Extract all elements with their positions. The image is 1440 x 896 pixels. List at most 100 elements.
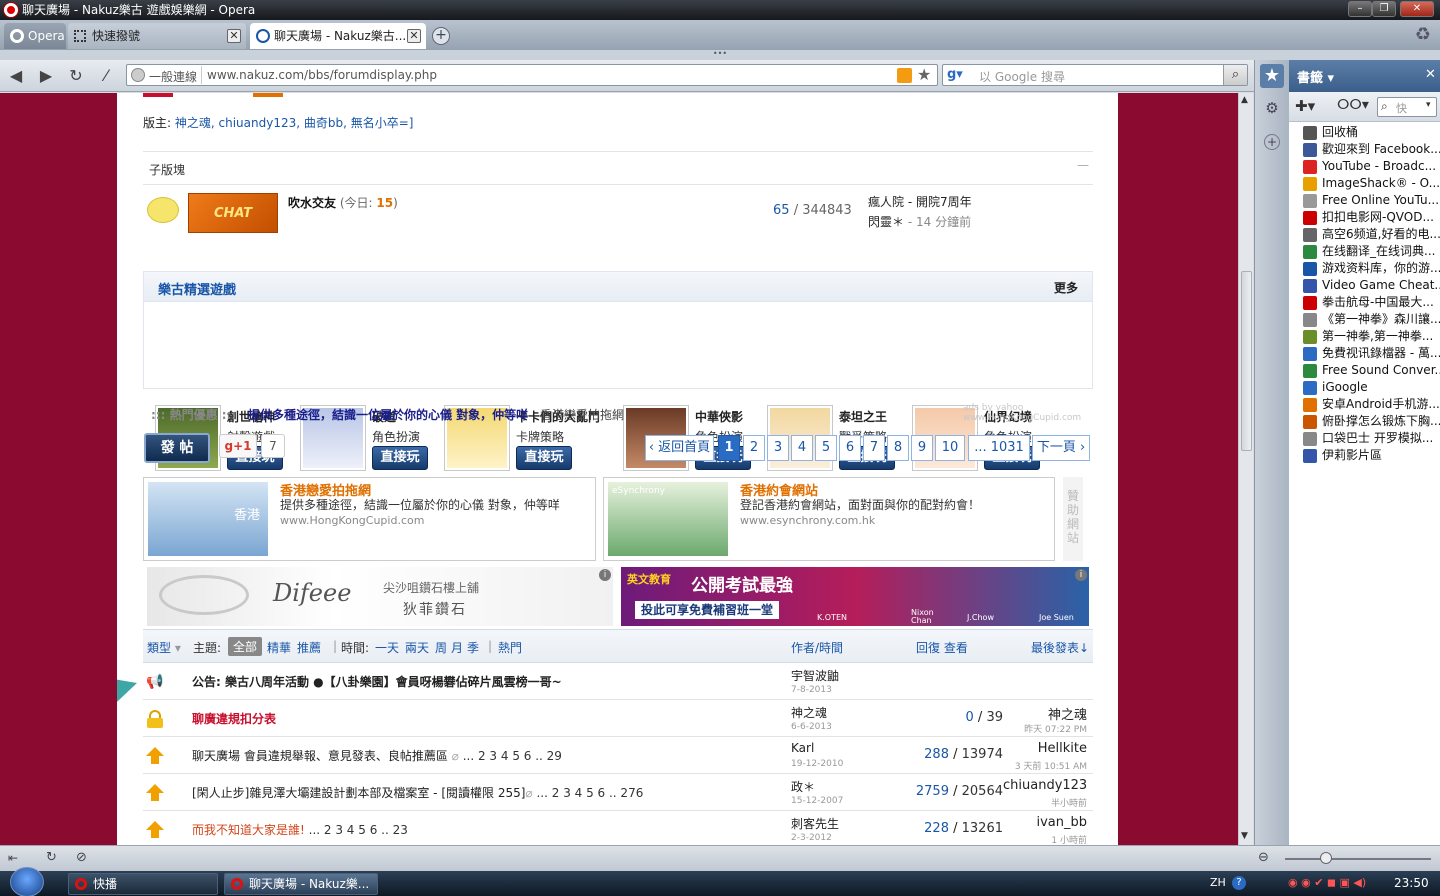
- pager-page-10[interactable]: 10: [935, 435, 965, 461]
- filter-recommend[interactable]: 推薦: [297, 639, 321, 656]
- thread-pages[interactable]: ... 2 3 4 5 6 .. 29: [463, 749, 562, 763]
- ad-info-icon[interactable]: i: [1075, 569, 1087, 581]
- bookmark-item[interactable]: Video Game Cheat...: [1289, 277, 1440, 294]
- column-replies[interactable]: 回復 查看: [916, 639, 968, 656]
- reload-icon[interactable]: ↻: [66, 67, 86, 85]
- bookmark-item[interactable]: 在线翻译_在线词典...: [1289, 243, 1440, 260]
- search-bar[interactable]: g▾ 以 Google 搜尋 ⌕: [942, 64, 1248, 86]
- thread-row-announcement[interactable]: 📢 公告: 樂古八周年活動 ●【八卦樂園】會員呀楊礬佔碎片風雲榜一哥~ 宇智波鼬…: [143, 663, 1093, 700]
- search-icon[interactable]: ⌕: [1223, 65, 1247, 85]
- bookmark-item[interactable]: 扣扣电影网-QVOD...: [1289, 209, 1440, 226]
- minimize-button[interactable]: –: [1348, 1, 1372, 17]
- banner-ad-diamond[interactable]: Difeee 尖沙咀鑽石樓上舖 狄菲鑽石 i: [147, 567, 613, 626]
- scroll-up-icon[interactable]: ▲: [1241, 95, 1248, 105]
- text-ad-2[interactable]: eSynchrony 香港約會網站 登記香港約會網站，面對面與你的配對約會！ w…: [603, 477, 1055, 561]
- thread-last-poster[interactable]: ivan_bb: [1003, 815, 1087, 830]
- thread-last-poster[interactable]: Hellkite: [1003, 741, 1087, 756]
- bookmark-search-input[interactable]: ⌕ 快 ▾: [1377, 97, 1437, 117]
- filter-month[interactable]: 月: [451, 639, 463, 656]
- ad-info-icon[interactable]: i: [599, 569, 611, 581]
- panel-toggle-icon[interactable]: ⇤: [8, 851, 18, 865]
- bookmark-item[interactable]: 口袋巴士 开罗模拟...: [1289, 430, 1440, 447]
- google-icon[interactable]: g▾: [947, 67, 973, 83]
- bookmark-item[interactable]: 游戏资料库，你的游...: [1289, 260, 1440, 277]
- dropdown-arrow-icon[interactable]: ▾: [1426, 100, 1431, 110]
- filter-two-days[interactable]: 兩天: [405, 639, 429, 656]
- filter-hot[interactable]: 熱門: [498, 639, 522, 656]
- bookmarks-title-menu[interactable]: 書籤 ▾: [1297, 67, 1334, 86]
- chat-board-logo[interactable]: CHAT: [188, 193, 278, 233]
- zoom-slider[interactable]: [1285, 858, 1431, 860]
- bookmark-item[interactable]: 歡迎來到 Facebook...: [1289, 141, 1440, 158]
- bookmark-item[interactable]: 高空6频道,好看的电...: [1289, 226, 1440, 243]
- pager-page-9[interactable]: 9: [911, 435, 933, 461]
- pager-back-button[interactable]: ‹ 返回首頁: [645, 435, 714, 461]
- zoom-icon[interactable]: ⊖: [1258, 850, 1269, 865]
- subforum-last-user[interactable]: 閃靈＊: [868, 215, 904, 229]
- bookmark-item[interactable]: iGoogle: [1289, 379, 1440, 396]
- column-last-post[interactable]: 最後發表↓: [1031, 639, 1089, 656]
- scrollbar-thumb[interactable]: [1241, 271, 1252, 451]
- subforum-last-title[interactable]: 瘋人院 - 開院7周年: [868, 193, 972, 210]
- promo-source[interactable]: 香港戀愛拍拖網: [540, 408, 624, 422]
- bookmark-item[interactable]: 安卓Android手机游...: [1289, 396, 1440, 413]
- filter-all[interactable]: 全部: [228, 637, 263, 656]
- help-icon[interactable]: ?: [1232, 876, 1246, 890]
- panel-settings-icon[interactable]: ⚙: [1262, 98, 1282, 118]
- bookmark-star-icon[interactable]: ★: [917, 65, 931, 84]
- ad-thumbnail[interactable]: 香港: [148, 482, 268, 556]
- tab-forum[interactable]: 聊天廣場 - Nakuz樂古... ✕: [250, 23, 426, 49]
- bookmark-item[interactable]: 伊莉影片區: [1289, 447, 1440, 464]
- new-tab-icon[interactable]: +: [432, 27, 450, 45]
- language-indicator[interactable]: ZH: [1210, 876, 1226, 889]
- pager-page-7[interactable]: 7: [863, 435, 885, 461]
- pager-page-4[interactable]: 4: [791, 435, 813, 461]
- column-author[interactable]: 作者/時間: [791, 639, 843, 656]
- thread-author[interactable]: 宇智波鼬: [791, 667, 839, 684]
- thread-row[interactable]: 而我不知道大家是誰! ... 2 3 4 5 6 .. 23 刺客先生 2-3-…: [143, 811, 1093, 845]
- view-options-icon[interactable]: ⵔⵔ▾: [1337, 97, 1369, 113]
- bookmark-item[interactable]: 拳击航母-中国最大...: [1289, 294, 1440, 311]
- moderators-links[interactable]: 神之魂, chiuandy123, 曲奇bb, 無名小卒=]: [175, 116, 414, 130]
- bookmark-item[interactable]: Free Sound Conver...: [1289, 362, 1440, 379]
- thread-author[interactable]: Karl: [791, 741, 814, 755]
- thread-row[interactable]: 聊天廣場 會員違規舉報、意見發表、良帖推薦區 ⌀ ... 2 3 4 5 6 .…: [143, 737, 1093, 774]
- ad-url[interactable]: www.HongKongCupid.com: [280, 514, 424, 527]
- wand-icon[interactable]: ⁄: [96, 67, 116, 85]
- sync-icon[interactable]: ↻: [46, 850, 57, 865]
- bookmark-item[interactable]: 第一神拳,第一神拳...: [1289, 328, 1440, 345]
- search-placeholder[interactable]: 以 Google 搜尋: [979, 68, 1065, 85]
- thread-title-line[interactable]: 而我不知道大家是誰! ... 2 3 4 5 6 .. 23: [192, 821, 408, 838]
- pager-last-page[interactable]: ... 1031: [968, 435, 1030, 461]
- thread-row[interactable]: [閑人止步]雜見澤大壩建設計劃本部及檔案室 - [閱讀權限 255]⌀ ... …: [143, 774, 1093, 811]
- opera-menu-button[interactable]: Opera: [4, 23, 66, 49]
- pager-page-8[interactable]: 8: [887, 435, 909, 461]
- pager-page-2[interactable]: 2: [743, 435, 765, 461]
- bookmark-item[interactable]: 免費视讯錄檔器 - 萬...: [1289, 345, 1440, 362]
- filter-digest[interactable]: 精華: [267, 639, 291, 656]
- back-icon[interactable]: ◀: [6, 67, 26, 85]
- pager-page-6[interactable]: 6: [839, 435, 861, 461]
- taskbar-item-qvod[interactable]: 快播: [68, 873, 218, 895]
- bookmark-item[interactable]: YouTube - Broadc...: [1289, 158, 1440, 175]
- add-panel-icon[interactable]: +: [1264, 134, 1280, 150]
- trash-icon[interactable]: ♻: [1412, 24, 1434, 46]
- google-plus-one-button[interactable]: g+1: [219, 434, 257, 458]
- thread-title-line[interactable]: [閑人止步]雜見澤大壩建設計劃本部及檔案室 - [閱讀權限 255]⌀ ... …: [192, 784, 643, 801]
- play-now-button[interactable]: 直接玩: [372, 446, 428, 470]
- filter-quarter[interactable]: 季: [467, 639, 479, 656]
- thread-title[interactable]: 公告: 樂古八周年活動 ●【八卦樂園】會員呀楊礬佔碎片風雲榜一哥~: [192, 673, 562, 690]
- game-name[interactable]: 中華俠影: [695, 408, 743, 425]
- bookmark-item[interactable]: 回收桶: [1289, 124, 1440, 141]
- bookmark-item[interactable]: ImageShack® - O...: [1289, 175, 1440, 192]
- thread-title[interactable]: 聊廣違規扣分表: [192, 710, 276, 727]
- pager-page-5[interactable]: 5: [815, 435, 837, 461]
- banner-ad-tutoring[interactable]: 英文教育 公開考試最強 投此可享免費補習班一堂 K.OTEN Nixon Cha…: [621, 567, 1089, 626]
- pager-page-1[interactable]: 1: [718, 435, 740, 461]
- thread-row[interactable]: 聊廣違規扣分表 神之魂 6-6-2013 0 / 39 神之魂 昨天 07:22…: [143, 700, 1093, 737]
- text-ad-1[interactable]: 香港 香港戀愛拍拖網 提供多種途徑，結識一位屬於你的心儀 對象，仲等咩 www.…: [143, 477, 596, 561]
- close-window-button[interactable]: ✕: [1400, 1, 1434, 17]
- scroll-down-icon[interactable]: ▼: [1241, 831, 1248, 841]
- subforum-name[interactable]: 吹水交友: [288, 196, 336, 210]
- game-name[interactable]: 泰坦之王: [839, 408, 887, 425]
